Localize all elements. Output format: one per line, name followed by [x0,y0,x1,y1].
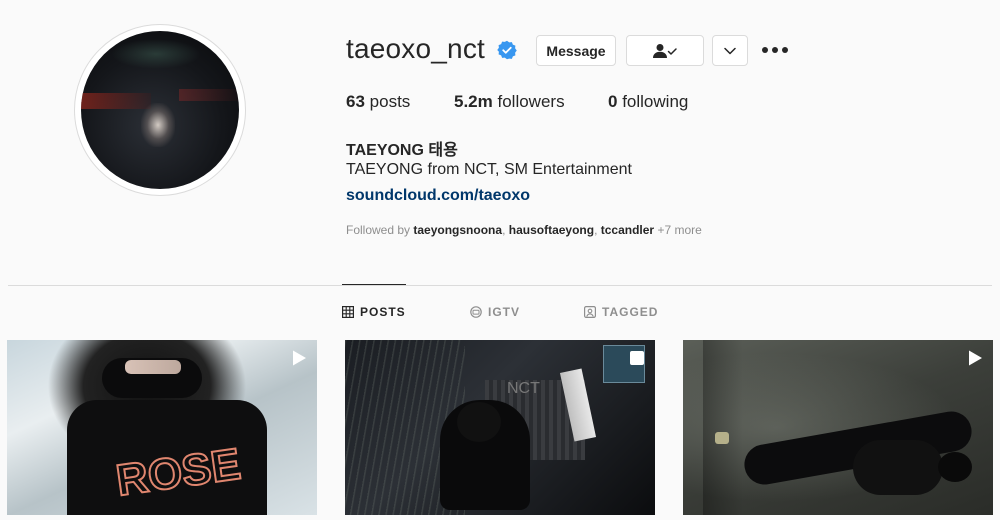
video-play-icon [630,351,644,365]
following-count-value: 0 [608,92,618,111]
followers-link[interactable]: 5.2m followers [454,92,565,112]
message-button[interactable]: Message [536,35,616,66]
following-link[interactable]: 0 following [608,92,688,112]
posts-count-label: posts [369,92,411,111]
profile-avatar-ring[interactable] [74,24,246,196]
followed-by-prefix: Followed by [346,223,411,237]
followed-by-account[interactable]: hausoftaeyong [509,223,594,237]
tab-tagged[interactable]: TAGGED [584,305,658,319]
profile-bio: TAEYONG from NCT, SM Entertainment [346,161,632,178]
profile-external-link[interactable]: soundcloud.com/taeoxo [346,187,530,205]
video-play-icon [969,350,982,366]
tab-posts[interactable]: POSTS [342,305,406,319]
followed-by-account[interactable]: taeyongsnoona [413,223,502,237]
following-count-label: following [622,92,689,111]
posts-count: 63 posts [346,92,410,112]
followers-count-label: followers [497,92,565,111]
tabs-divider [8,285,992,286]
posts-count-value: 63 [346,92,365,111]
post-thumbnail[interactable]: ROSE [7,340,317,515]
person-check-icon [653,43,677,58]
video-play-icon [293,350,306,366]
post-overlay-text: ROSE [112,440,242,500]
chevron-down-icon [724,47,736,54]
post-overlay-text: NCT [507,380,540,397]
svg-text:NCT: NCT [507,380,540,397]
tab-posts-label: POSTS [360,305,406,319]
post-thumbnail[interactable] [683,340,993,515]
followed-by-text[interactable]: Followed by taeyongsnoona, hausoftaeyong… [346,223,702,237]
grid-icon [342,306,354,318]
tab-tagged-label: TAGGED [602,305,659,319]
profile-username: taeoxo_nct [346,33,485,64]
more-options-icon[interactable] [762,40,788,60]
tagged-icon [584,306,596,318]
followers-count-value: 5.2m [454,92,493,111]
active-tab-indicator [342,284,406,285]
followed-by-more[interactable]: +7 more [657,223,701,237]
followed-by-account[interactable]: tccandler [601,223,654,237]
tab-igtv[interactable]: IGTV [470,305,520,319]
svg-text:ROSE: ROSE [113,440,242,500]
post-thumbnail[interactable]: NCT [345,340,655,515]
profile-avatar[interactable] [81,31,239,189]
suggested-dropdown-button[interactable] [712,35,748,66]
igtv-icon [470,306,482,318]
verified-badge-icon [497,40,517,60]
following-button[interactable] [626,35,704,66]
tab-igtv-label: IGTV [488,305,521,319]
profile-full-name: TAEYONG 태용 [346,142,458,159]
